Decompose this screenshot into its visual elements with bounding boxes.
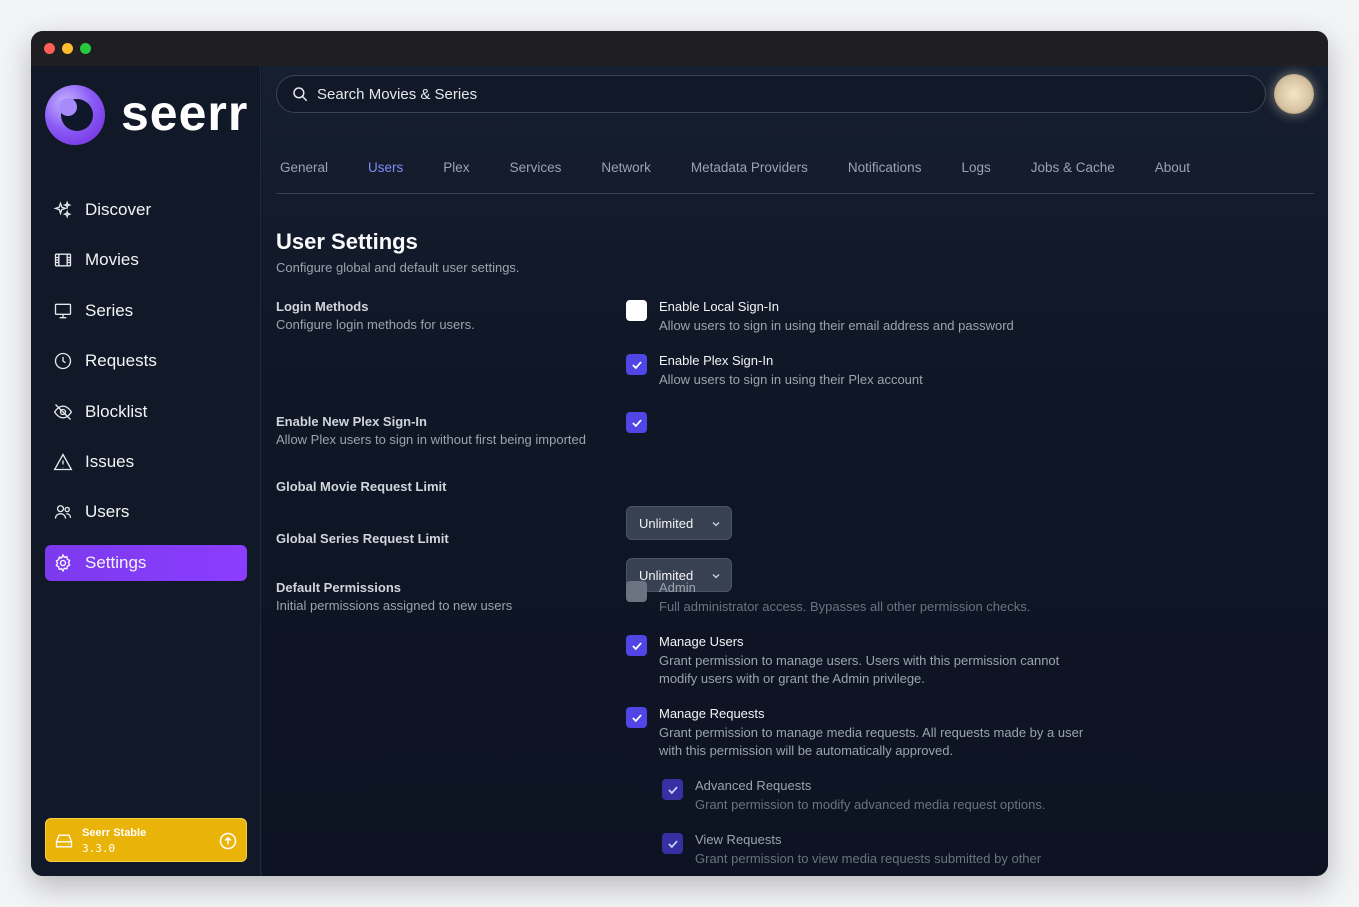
- gear-icon: [52, 552, 74, 574]
- tab-plex[interactable]: Plex: [439, 146, 469, 193]
- sidebar-item-label: Settings: [85, 552, 147, 572]
- server-icon: [55, 834, 73, 848]
- sidebar-item-movies[interactable]: Movies: [45, 242, 247, 278]
- check-icon: [631, 360, 642, 369]
- warning-icon: [52, 451, 74, 473]
- chevron-down-icon: [712, 522, 720, 527]
- maximize-window-button[interactable]: [80, 43, 91, 54]
- view-requests-checkbox[interactable]: [662, 833, 683, 854]
- sidebar-nav: Discover Movies Series Requests Blocklis…: [45, 192, 247, 595]
- arrow-up-circle-icon: [219, 832, 237, 850]
- sidebar-item-discover[interactable]: Discover: [45, 192, 247, 228]
- tab-jobs-cache[interactable]: Jobs & Cache: [1027, 146, 1115, 193]
- tab-about[interactable]: About: [1151, 146, 1190, 193]
- sidebar-item-requests[interactable]: Requests: [45, 343, 247, 379]
- search-bar[interactable]: [276, 75, 1266, 113]
- advanced-requests-checkbox[interactable]: [662, 779, 683, 800]
- users-icon: [52, 501, 74, 523]
- logo-icon: [45, 85, 105, 145]
- page-subtitle: Configure global and default user settin…: [276, 260, 520, 275]
- local-sign-in-checkbox[interactable]: [626, 300, 647, 321]
- settings-tabs: General Users Plex Services Network Meta…: [276, 146, 1314, 194]
- sidebar-item-blocklist[interactable]: Blocklist: [45, 394, 247, 430]
- clock-icon: [52, 350, 74, 372]
- tv-icon: [52, 300, 74, 322]
- sidebar-item-settings[interactable]: Settings: [45, 544, 247, 581]
- sidebar-item-label: Blocklist: [85, 401, 148, 421]
- logo[interactable]: seerr: [45, 85, 249, 147]
- close-window-button[interactable]: [44, 43, 55, 54]
- film-icon: [52, 249, 74, 271]
- admin-checkbox[interactable]: [626, 581, 647, 602]
- sidebar-item-label: Movies: [85, 250, 139, 270]
- main-content: General Users Plex Services Network Meta…: [262, 66, 1328, 876]
- sidebar-item-label: Discover: [85, 200, 152, 219]
- sidebar-item-issues[interactable]: Issues: [45, 444, 247, 480]
- app-window: seerr Discover Movies Series Requests Bl…: [31, 31, 1328, 876]
- tab-network[interactable]: Network: [597, 146, 651, 193]
- series-limit-label: Global Series Request Limit: [276, 531, 449, 546]
- sidebar-item-label: Issues: [85, 451, 135, 471]
- new-plex-sign-in-label: Enable New Plex Sign-In Allow Plex users…: [276, 414, 586, 447]
- tab-notifications[interactable]: Notifications: [844, 146, 922, 193]
- plex-sign-in-checkbox[interactable]: [626, 354, 647, 375]
- movie-limit-label: Global Movie Request Limit: [276, 479, 447, 494]
- check-icon: [631, 713, 642, 722]
- login-methods-label: Login Methods Configure login methods fo…: [276, 299, 475, 332]
- tab-services[interactable]: Services: [506, 146, 562, 193]
- sidebar: seerr Discover Movies Series Requests Bl…: [31, 66, 261, 876]
- title-bar: [31, 31, 1328, 66]
- default-permissions-label: Default Permissions Initial permissions …: [276, 580, 513, 613]
- tab-logs[interactable]: Logs: [957, 146, 990, 193]
- manage-users-checkbox[interactable]: [626, 635, 647, 656]
- page-title: User Settings: [276, 229, 418, 254]
- version-number: 3.3.0: [82, 842, 116, 855]
- chevron-down-icon: [712, 574, 720, 579]
- search-icon: [293, 87, 308, 102]
- tab-general[interactable]: General: [276, 146, 328, 193]
- check-icon: [631, 418, 642, 427]
- sparkles-icon: [52, 199, 74, 221]
- movie-limit-select[interactable]: Unlimited: [626, 506, 732, 540]
- avatar[interactable]: [1274, 74, 1314, 114]
- check-icon: [667, 785, 678, 794]
- search-input[interactable]: [317, 85, 1217, 103]
- tab-metadata-providers[interactable]: Metadata Providers: [687, 146, 808, 193]
- new-plex-sign-in-checkbox[interactable]: [626, 412, 647, 433]
- manage-requests-checkbox[interactable]: [626, 707, 647, 728]
- sidebar-item-label: Series: [85, 300, 134, 320]
- sidebar-item-series[interactable]: Series: [45, 293, 247, 329]
- tab-users[interactable]: Users: [364, 146, 403, 193]
- check-icon: [631, 641, 642, 650]
- logo-text: seerr: [121, 85, 249, 141]
- eye-slash-icon: [52, 401, 74, 423]
- version-name: Seerr Stable: [82, 827, 147, 839]
- minimize-window-button[interactable]: [62, 43, 73, 54]
- version-badge[interactable]: Seerr Stable 3.3.0: [45, 818, 247, 862]
- sidebar-item-users[interactable]: Users: [45, 494, 247, 530]
- sidebar-item-label: Users: [85, 502, 130, 522]
- check-icon: [667, 839, 678, 848]
- sidebar-item-label: Requests: [85, 351, 157, 371]
